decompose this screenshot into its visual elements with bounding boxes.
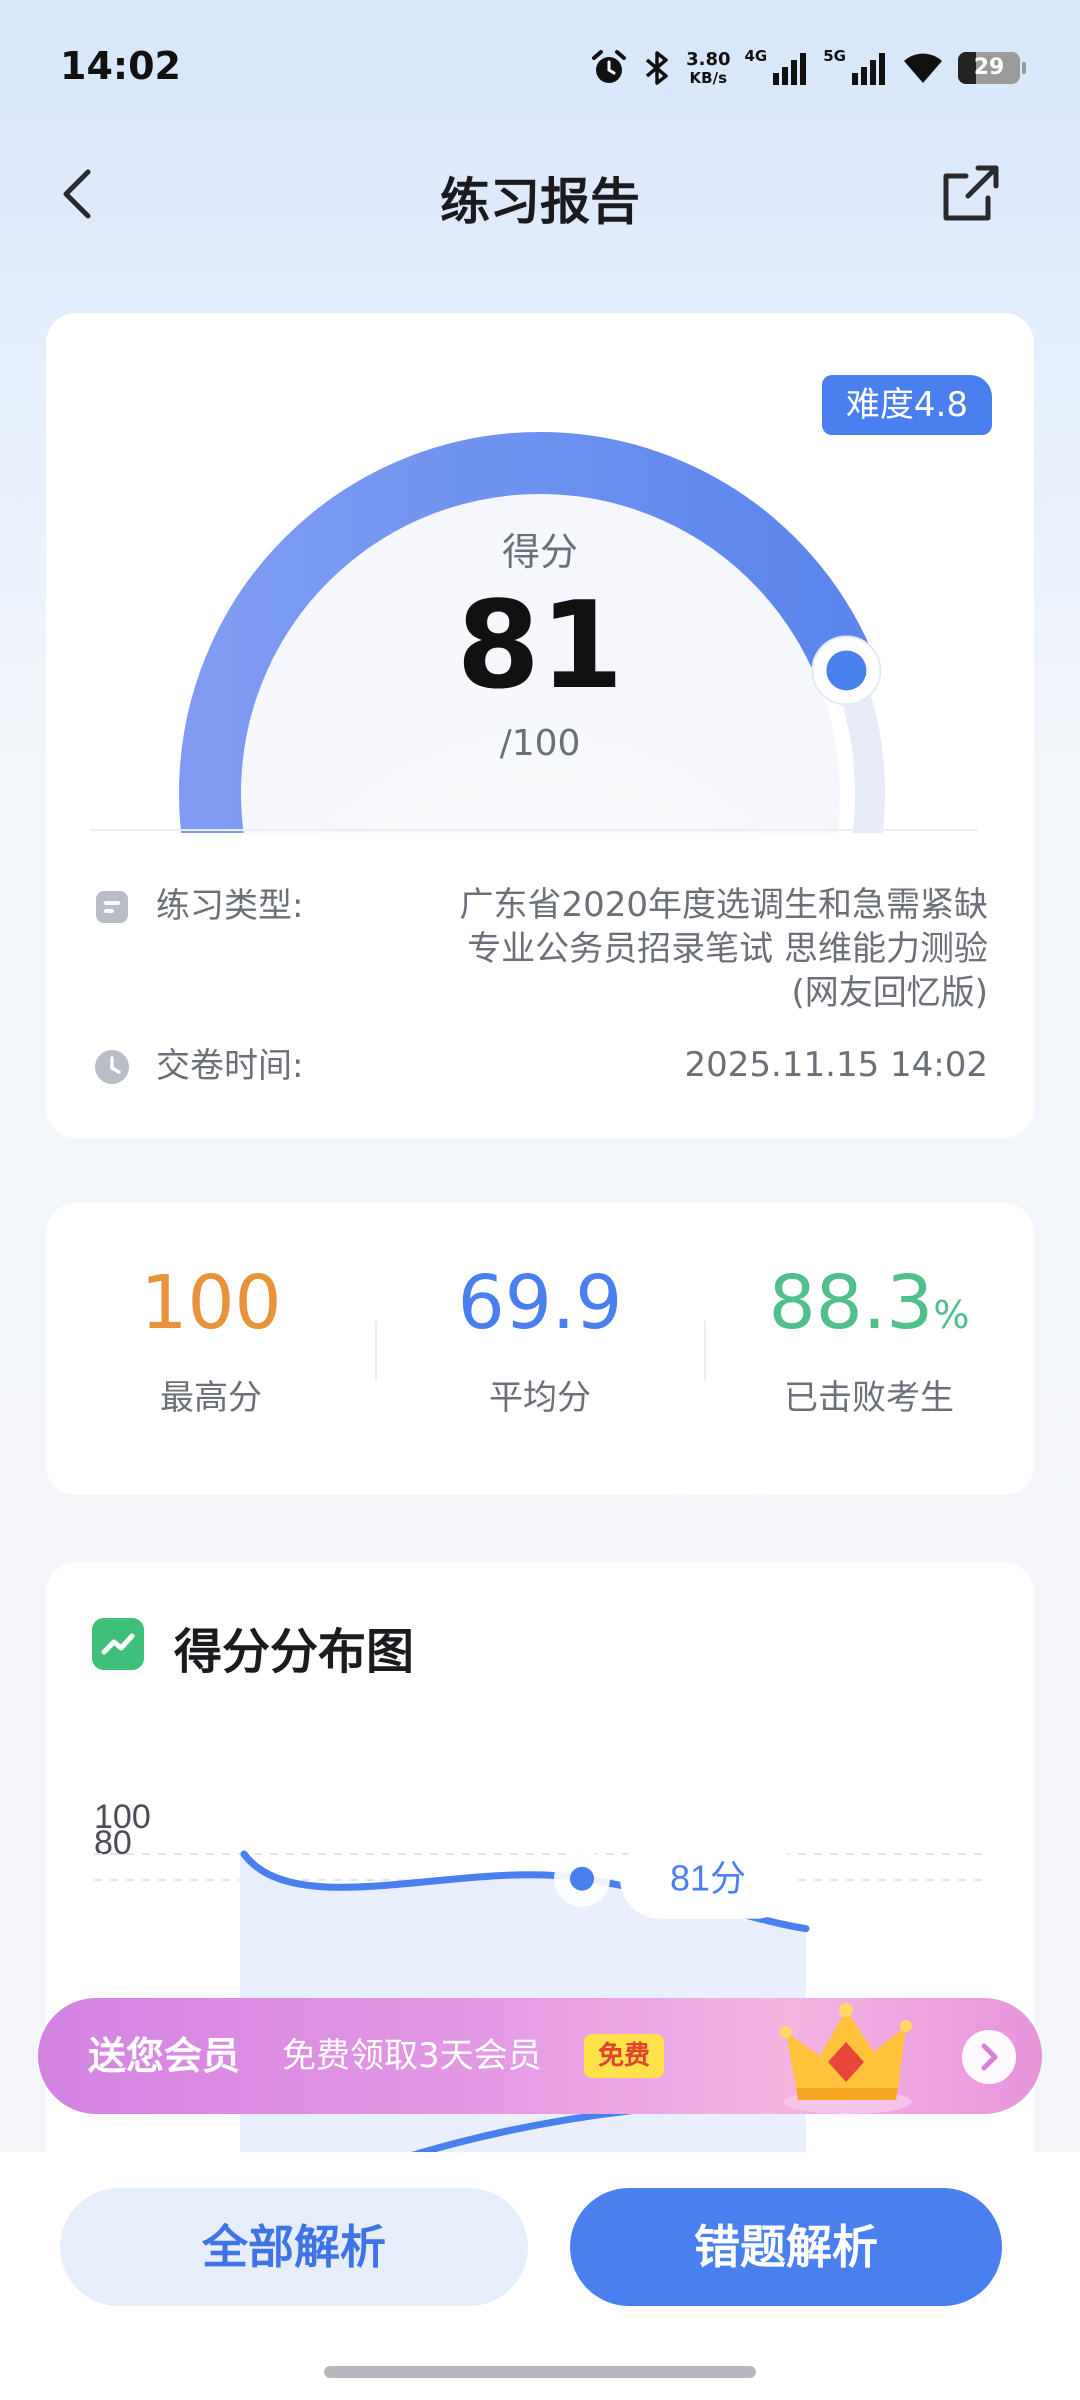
max-score-label: 最高分 [160,1378,262,1419]
sim1-label: 4G [744,47,768,65]
beat-percent: 88.3% [704,1260,1034,1346]
all-analysis-button[interactable]: 全部解析 [60,2188,528,2306]
beat-unit: % [933,1293,970,1337]
promo-banner[interactable]: 送您会员 免费领取3天会员 免费 [38,1998,1042,2114]
promo-subtitle: 免费领取3天会员 [282,2036,542,2076]
status-time: 14:02 [60,44,181,88]
signal-icon [852,53,885,85]
battery-level: 29 [973,55,1005,80]
avg-score-label: 平均分 [489,1378,591,1419]
chart-marker-label: 81分 [670,1858,746,1899]
stat-beat: 88.3% 已击败考生 [704,1260,1034,1419]
submit-time-row: 交卷时间: 2025.11.15 14:02 [94,1043,988,1093]
net-speed: 3.80 KB/s [686,48,731,87]
net-speed-unit: KB/s [689,68,728,87]
page-title: 练习报告 [440,173,640,231]
nav-bar: 练习报告 [0,140,1080,250]
chevron-right-icon[interactable] [962,2030,1016,2084]
status-bar: 14:02 3.80 KB/s 4G 5G 29 [0,0,1080,140]
practice-type-line-1: 广东省2020年度选调生和急需紧缺 [459,885,988,925]
alarm-icon [592,50,627,83]
practice-type-line-3: (网友回忆版) [791,973,988,1013]
promo-title: 送您会员 [88,2034,241,2078]
bottom-bar: 全部解析 错题解析 [0,2152,1080,2400]
practice-type-row: 练习类型: 广东省2020年度选调生和急需紧缺 专业公务员招录笔试 思维能力测验… [94,883,988,1023]
status-icons: 3.80 KB/s 4G 5G 29 [590,46,1026,90]
divider [90,829,978,831]
share-icon[interactable] [938,162,1002,226]
crown-icon [780,2003,912,2114]
submit-time-label: 交卷时间: [156,1046,304,1086]
home-indicator[interactable] [324,2366,756,2378]
wrong-analysis-button[interactable]: 错题解析 [570,2188,1002,2306]
bluetooth-icon [645,51,668,85]
practice-type-line-2: 专业公务员招录笔试 思维能力测验 [467,929,988,969]
score-value: 81 [456,577,624,716]
battery-icon: 29 [958,52,1026,84]
practice-type-value: 广东省2020年度选调生和急需紧缺 专业公务员招录笔试 思维能力测验 (网友回忆… [428,883,988,1015]
trend-icon [92,1618,144,1670]
stat-max: 100 最高分 [46,1260,376,1419]
stat-avg: 69.9 平均分 [375,1260,705,1419]
chart-marker [570,1866,594,1891]
submit-time-value: 2025.11.15 14:02 [684,1045,988,1085]
score-label: 得分 [501,530,578,574]
score-total: /100 [499,723,581,764]
beat-value: 88.3 [768,1260,934,1346]
promo-badge: 免费 [584,2034,665,2078]
document-icon [96,891,128,923]
signal-icon [773,53,807,85]
clock-icon [95,1050,129,1084]
avg-score-value: 69.9 [457,1260,623,1346]
net-speed-value: 3.80 [686,48,731,70]
sim2-label: 5G [823,47,846,65]
max-score-value: 100 [140,1260,282,1346]
wifi-icon [904,53,942,83]
beat-label: 已击败考生 [784,1378,954,1419]
stats-card: 100 最高分 69.9 平均分 88.3% 已击败考生 [46,1203,1034,1495]
score-card: 难度4.8 得分 81 /100 练习类型: 广东省2020年度选调生和急需紧缺… [46,313,1034,1138]
distribution-title: 得分分布图 [174,1624,415,1680]
y-tick-80: 80 [94,1824,132,1862]
practice-type-label: 练习类型: [156,886,304,926]
